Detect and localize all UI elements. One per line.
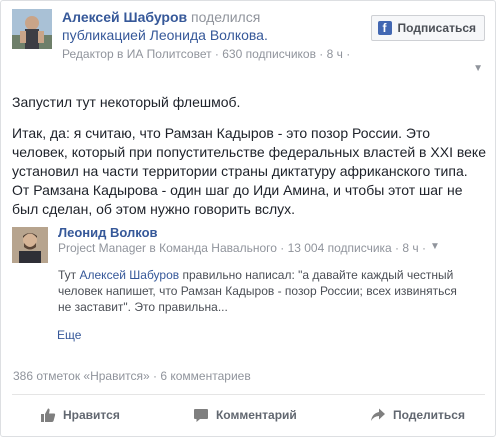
shared-verb: поделился xyxy=(191,9,261,25)
comment-label: Комментарий xyxy=(215,408,297,422)
post-body: Запустил тут некоторый флешмоб. Итак, да… xyxy=(12,93,488,231)
quoted-mention-link[interactable]: Алексей Шабуров xyxy=(80,268,180,282)
author-name[interactable]: Алексей Шабуров xyxy=(62,9,187,25)
chevron-down-icon[interactable]: ▼ xyxy=(473,63,483,74)
share-label: Поделиться xyxy=(392,408,465,422)
comment-button[interactable]: Комментарий xyxy=(165,399,317,431)
subscribe-label: Подписаться xyxy=(397,21,476,35)
shared-post-card: Алексей Шабуров поделился публикацией Ле… xyxy=(0,0,496,437)
reaction-stats[interactable]: 386 отметок «Нравится» · 6 комментариев xyxy=(13,369,251,383)
subscribe-button[interactable]: f Подписаться xyxy=(370,15,485,41)
like-button[interactable]: Нравится xyxy=(12,399,140,431)
author-avatar[interactable] xyxy=(12,9,52,49)
post-paragraph: Запустил тут некоторый флешмоб. xyxy=(12,94,241,110)
share-icon xyxy=(370,408,385,421)
chevron-down-icon[interactable]: ▼ xyxy=(430,241,440,252)
quoted-author-name[interactable]: Леонид Волков xyxy=(58,225,158,240)
post-paragraph: Итак, да: я считаю, что Рамзан Кадыров -… xyxy=(12,125,486,217)
quoted-text-prefix: Тут xyxy=(58,268,80,282)
quoted-text: Тут Алексей Шабуров правильно написал: "… xyxy=(58,267,468,315)
quoted-author-meta: Project Manager в Команда Навального · 1… xyxy=(58,241,426,255)
see-more-link[interactable]: Еще xyxy=(57,328,81,342)
share-button[interactable]: Поделиться xyxy=(342,399,485,431)
post-header: Алексей Шабуров поделился публикацией Ле… xyxy=(12,9,485,65)
comment-icon xyxy=(193,409,208,422)
thumbs-up-icon xyxy=(41,408,56,422)
quoted-author-avatar[interactable] xyxy=(12,227,48,263)
header-text: Алексей Шабуров поделился публикацией Ле… xyxy=(62,9,362,62)
facebook-icon: f xyxy=(377,21,392,35)
shared-object-link[interactable]: публикацией Леонида Волкова. xyxy=(62,26,362,44)
like-label: Нравится xyxy=(63,408,120,422)
author-meta: Редактор в ИА Политсовет · 630 подписчик… xyxy=(62,47,351,61)
action-bar: Нравится Комментарий Поделиться xyxy=(12,399,485,431)
quoted-post: Леонид Волков Project Manager в Команда … xyxy=(12,219,488,349)
divider xyxy=(12,394,485,395)
